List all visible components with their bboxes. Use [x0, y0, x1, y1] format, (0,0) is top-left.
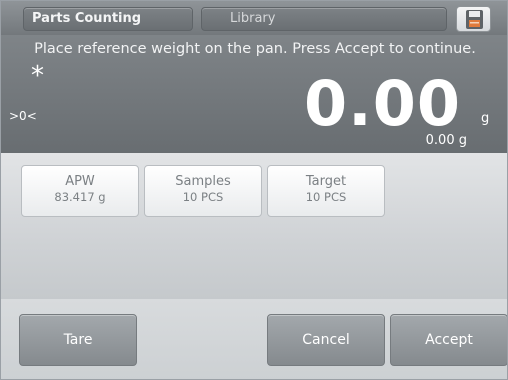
secondary-weight-readout: 0.00 g: [425, 133, 467, 148]
apw-label: APW: [65, 174, 95, 189]
stability-indicator: *: [31, 61, 44, 91]
samples-value: 10 PCS: [182, 190, 224, 204]
weight-display: Place reference weight on the pan. Press…: [1, 35, 507, 153]
weight-unit: g: [481, 111, 490, 126]
main-weight-readout: 0.00: [304, 67, 461, 140]
target-value: 10 PCS: [305, 190, 347, 204]
apw-card[interactable]: APW 83.417 g: [21, 165, 139, 217]
accept-button[interactable]: Accept: [390, 314, 507, 366]
target-label: Target: [305, 174, 347, 189]
tab-library[interactable]: Library: [201, 7, 447, 31]
apw-value: 83.417 g: [54, 190, 106, 204]
target-card[interactable]: Target 10 PCS: [267, 165, 385, 217]
cancel-button[interactable]: Cancel: [267, 314, 385, 366]
floppy-disk-icon: [466, 10, 483, 29]
samples-card[interactable]: Samples 10 PCS: [144, 165, 262, 217]
save-button[interactable]: [456, 6, 491, 32]
top-bar: Parts Counting Library: [1, 1, 507, 35]
instruction-text: Place reference weight on the pan. Press…: [34, 41, 476, 57]
tare-button[interactable]: Tare: [19, 314, 137, 366]
samples-label: Samples: [175, 174, 231, 189]
center-of-zero-indicator: >0<: [9, 109, 37, 123]
tab-parts-counting[interactable]: Parts Counting: [23, 7, 193, 31]
button-bar: Tare Cancel Accept: [1, 299, 507, 379]
info-area: APW 83.417 g Samples 10 PCS Target 10 PC…: [1, 153, 507, 299]
balance-screen: Parts Counting Library Place reference w…: [0, 0, 508, 380]
